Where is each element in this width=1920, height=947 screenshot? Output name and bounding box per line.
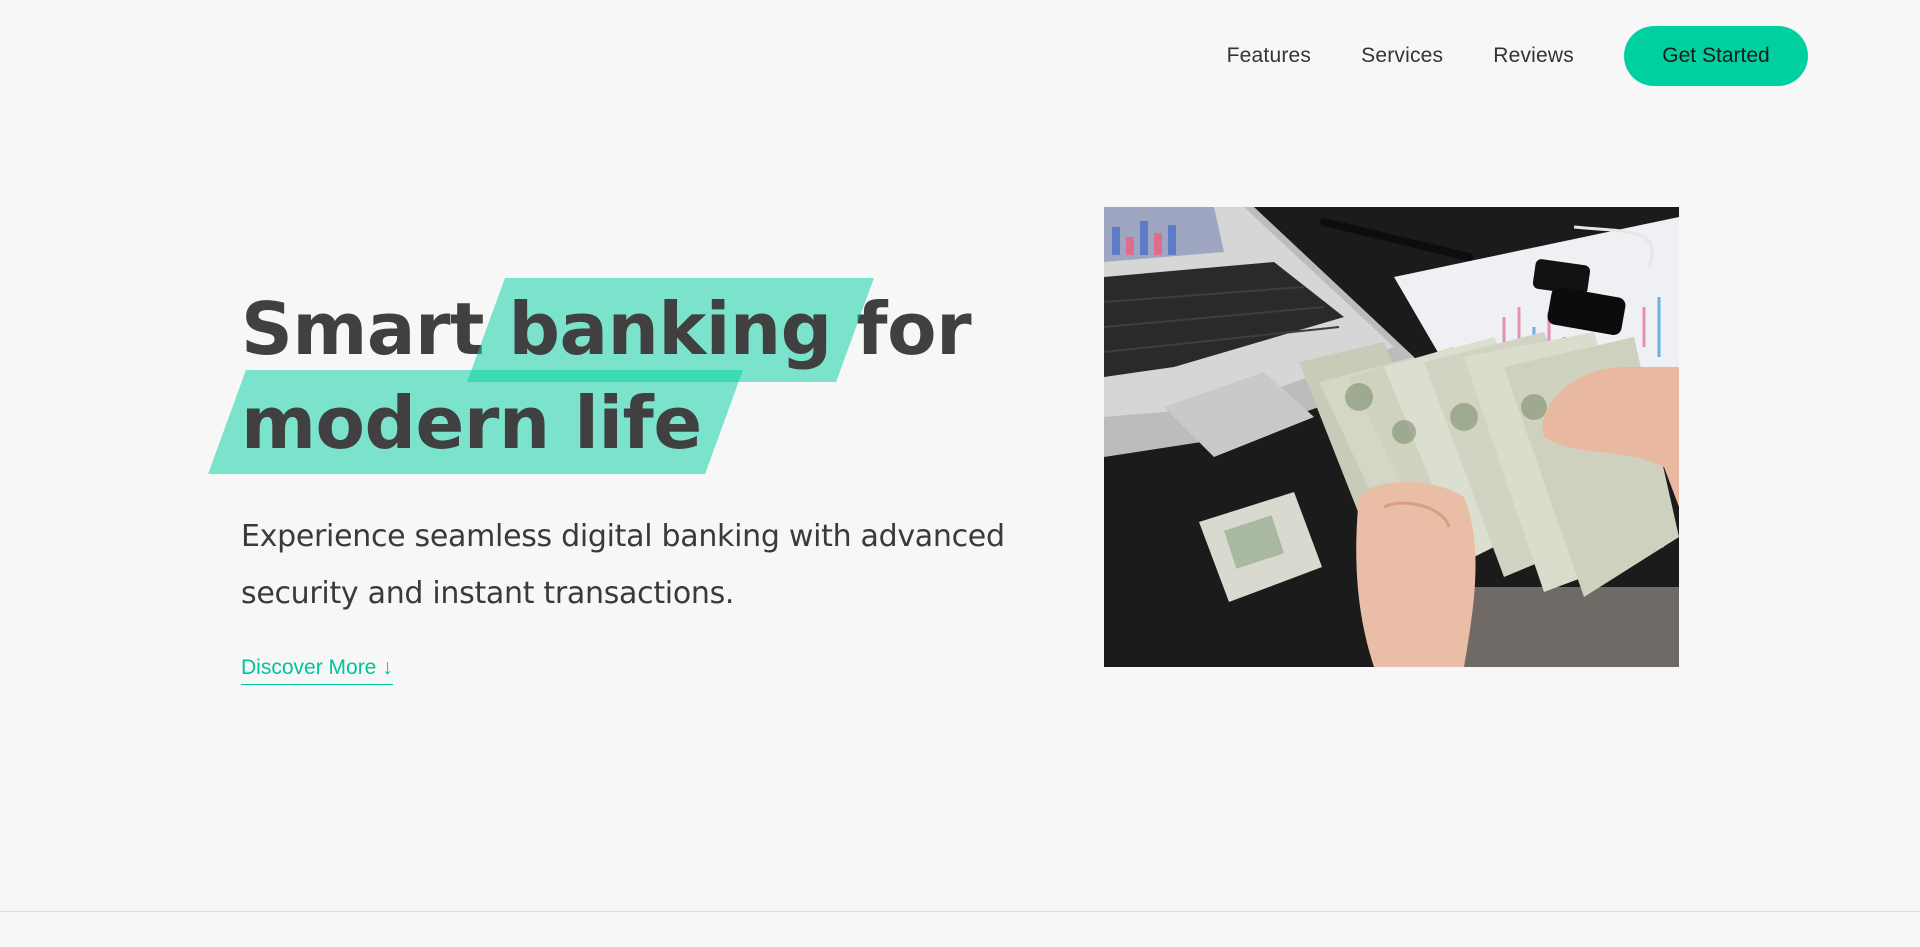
get-started-button[interactable]: Get Started (1624, 26, 1808, 86)
hero-title-highlight-text: modern life (241, 381, 702, 465)
nav-link-reviews[interactable]: Reviews (1493, 44, 1574, 68)
hero-title-text: Smart (241, 287, 509, 371)
hero-title: Smart banking for modern life (208, 278, 972, 474)
landing-page: Features Services Reviews Get Started Sm… (0, 0, 1920, 947)
section-divider (0, 911, 1920, 912)
hero-illustration (1104, 207, 1679, 667)
nav-link-features[interactable]: Features (1227, 44, 1311, 68)
hero-subtitle: Experience seamless digital banking with… (241, 519, 1005, 611)
hero-title-highlight-modern-life: modern life (208, 370, 743, 474)
hero-title-highlight-text: banking (508, 287, 832, 371)
discover-more-link[interactable]: Discover More ↓ (241, 656, 393, 685)
top-nav: Features Services Reviews Get Started (1227, 26, 1808, 86)
hero-image-money-laptop (1104, 207, 1679, 667)
nav-link-services[interactable]: Services (1361, 44, 1443, 68)
hero-title-highlight-banking: banking (467, 278, 875, 382)
